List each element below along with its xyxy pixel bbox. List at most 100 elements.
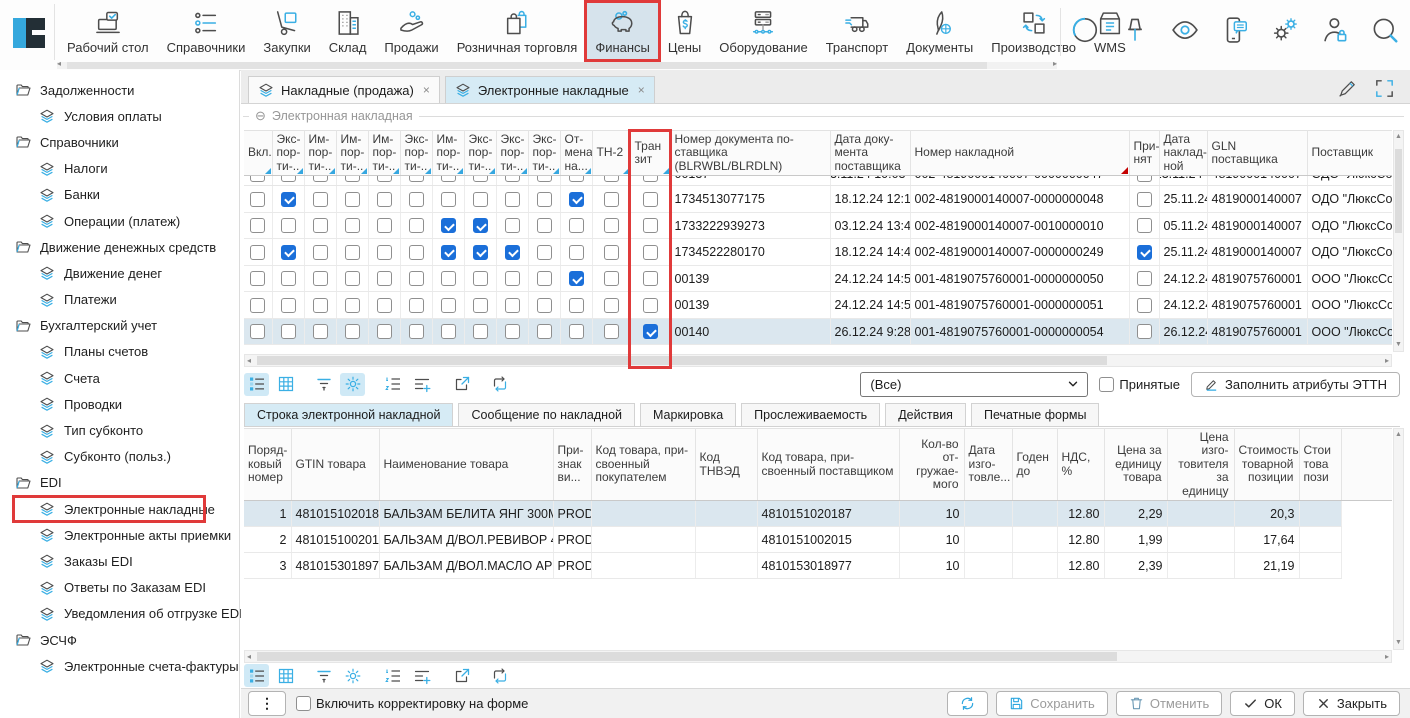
gear-button[interactable] — [340, 664, 365, 687]
waybill-row[interactable]: 0013924.12.24 14:56001-4819075760001-000… — [244, 292, 1392, 319]
checkbox[interactable] — [505, 245, 520, 260]
close-icon[interactable]: × — [423, 83, 430, 97]
checkbox[interactable] — [1137, 218, 1152, 233]
waybills-h-scrollbar[interactable]: ◂ ▸ — [244, 354, 1392, 367]
column-header[interactable]: Им- пор- ти-.. — [304, 131, 336, 176]
subtab[interactable]: Печатные формы — [971, 403, 1100, 426]
accepted-filter[interactable]: Принятые — [1099, 377, 1180, 392]
checkbox[interactable] — [441, 324, 456, 339]
checkbox[interactable] — [537, 324, 552, 339]
checkbox[interactable] — [250, 298, 265, 313]
column-header[interactable]: Цена изго- товителя за единицу — [1167, 429, 1234, 501]
waybill-row[interactable]: 0014026.12.24 9:28001-4819075760001-0000… — [244, 318, 1392, 345]
save-button[interactable]: Сохранить — [996, 691, 1108, 716]
checkbox[interactable] — [377, 218, 392, 233]
checkbox[interactable] — [441, 298, 456, 313]
checkbox[interactable] — [345, 192, 360, 207]
filter-button[interactable] — [311, 373, 336, 396]
column-header[interactable]: Им- пор- ти-.. — [432, 131, 464, 176]
close-button[interactable]: Закрыть — [1303, 691, 1400, 716]
column-header[interactable]: Дата изго- товле... — [964, 429, 1012, 501]
waybill-row[interactable]: 0013723.11.24 10:03002-4819000140007-000… — [244, 176, 1392, 186]
sidebar-item[interactable]: Налоги — [0, 156, 239, 182]
checkbox[interactable] — [441, 176, 456, 182]
numbered-list-button[interactable] — [380, 373, 405, 396]
column-header[interactable]: Вкл. — [244, 131, 272, 176]
checkbox[interactable] — [377, 324, 392, 339]
checkbox[interactable] — [473, 298, 488, 313]
edit-pencil-icon[interactable] — [1336, 77, 1359, 100]
checkbox[interactable] — [537, 176, 552, 182]
fill-ettn-attributes-button[interactable]: Заполнить атрибуты ЭТТН — [1191, 372, 1400, 397]
sidebar-item[interactable]: Ответы по Заказам EDI — [0, 575, 239, 601]
sidebar-item[interactable]: EDI — [0, 470, 239, 496]
sidebar-item[interactable]: Задолженности — [0, 77, 239, 103]
toolbar-item-retail[interactable]: Розничная торговля — [448, 2, 587, 60]
column-header[interactable]: От- мена на... — [560, 131, 592, 176]
checkbox[interactable] — [1137, 192, 1152, 207]
column-header[interactable]: При- знак ви... — [553, 429, 591, 501]
column-header[interactable]: При- нят — [1129, 131, 1159, 176]
column-header[interactable]: GTIN товара — [291, 429, 379, 501]
toolbar-item-finance[interactable]: Финансы — [586, 2, 659, 60]
column-header[interactable]: ТН-2 — [592, 131, 630, 176]
checkbox[interactable] — [409, 176, 424, 182]
scroll-up-arrow[interactable]: ▲ — [1394, 131, 1403, 143]
checkbox[interactable] — [313, 218, 328, 233]
sidebar-item[interactable]: Движение денег — [0, 260, 239, 286]
checkbox[interactable] — [569, 298, 584, 313]
collapse-icon[interactable]: ⊖ — [255, 108, 266, 124]
column-header[interactable]: Поставщик — [1307, 131, 1392, 176]
checkbox[interactable] — [537, 245, 552, 260]
subtab[interactable]: Строка электронной накладной — [244, 403, 453, 426]
sidebar-item[interactable]: ЭСЧФ — [0, 627, 239, 653]
toolbar-item-purchases[interactable]: Закупки — [254, 2, 319, 60]
column-header[interactable]: Экс- пор- ти-.. — [528, 131, 560, 176]
checkbox[interactable] — [281, 324, 296, 339]
column-header[interactable]: Номер накладной — [910, 131, 1129, 176]
cancel-button[interactable]: Отменить — [1116, 691, 1222, 716]
scroll-up-arrow[interactable]: ▲ — [1394, 429, 1403, 441]
lines-h-scrollbar[interactable]: ◂ ▸ — [244, 650, 1392, 663]
close-icon[interactable]: × — [638, 83, 645, 97]
rows-view-button[interactable] — [244, 373, 269, 396]
toolbar-item-warehouse[interactable]: Склад — [320, 2, 376, 60]
sidebar-item[interactable]: Операции (платеж) — [0, 208, 239, 234]
sidebar-item[interactable]: Движение денежных средств — [0, 234, 239, 260]
clock-icon[interactable] — [1070, 15, 1100, 45]
add-row-button[interactable] — [409, 373, 434, 396]
waybill-row[interactable]: 173451307717518.12.24 12:11002-481900014… — [244, 186, 1392, 213]
sidebar-item[interactable]: Банки — [0, 182, 239, 208]
checkbox[interactable] — [569, 192, 584, 207]
waybill-row[interactable]: 173452228017018.12.24 14:44002-481900014… — [244, 239, 1392, 266]
scrollbar-thumb[interactable] — [1395, 149, 1402, 233]
column-header[interactable]: Дата наклад- ной — [1159, 131, 1207, 176]
column-header[interactable]: Код ТНВЭД — [695, 429, 757, 501]
tab-накладные-продажа-[interactable]: Накладные (продажа)× — [248, 76, 440, 103]
gears-icon[interactable] — [1270, 15, 1300, 45]
checkbox[interactable] — [441, 218, 456, 233]
sidebar-item[interactable]: Тип субконто — [0, 417, 239, 443]
checkbox[interactable] — [250, 192, 265, 207]
checkbox[interactable] — [1137, 271, 1152, 286]
checkbox[interactable] — [473, 324, 488, 339]
user-lock-icon[interactable] — [1320, 15, 1350, 45]
toolbar-scrollbar[interactable]: ◂ ▸ — [57, 62, 1057, 69]
scrollbar-thumb[interactable] — [67, 62, 987, 69]
checkbox[interactable] — [1137, 176, 1152, 182]
checkbox[interactable] — [505, 218, 520, 233]
checkbox[interactable] — [1137, 298, 1152, 313]
checkbox[interactable] — [345, 245, 360, 260]
checkbox[interactable] — [409, 298, 424, 313]
scroll-down-arrow[interactable]: ▼ — [1394, 637, 1403, 649]
toolbar-item-catalogs[interactable]: Справочники — [158, 2, 255, 60]
checkbox[interactable] — [604, 176, 619, 182]
column-header[interactable]: Стои това пози — [1299, 429, 1341, 501]
reload-button[interactable] — [487, 373, 512, 396]
checkbox[interactable] — [409, 271, 424, 286]
checkbox[interactable] — [250, 218, 265, 233]
reload-button[interactable] — [487, 664, 512, 687]
checkbox[interactable] — [505, 298, 520, 313]
pin-icon[interactable] — [1120, 15, 1150, 45]
checkbox[interactable] — [281, 298, 296, 313]
